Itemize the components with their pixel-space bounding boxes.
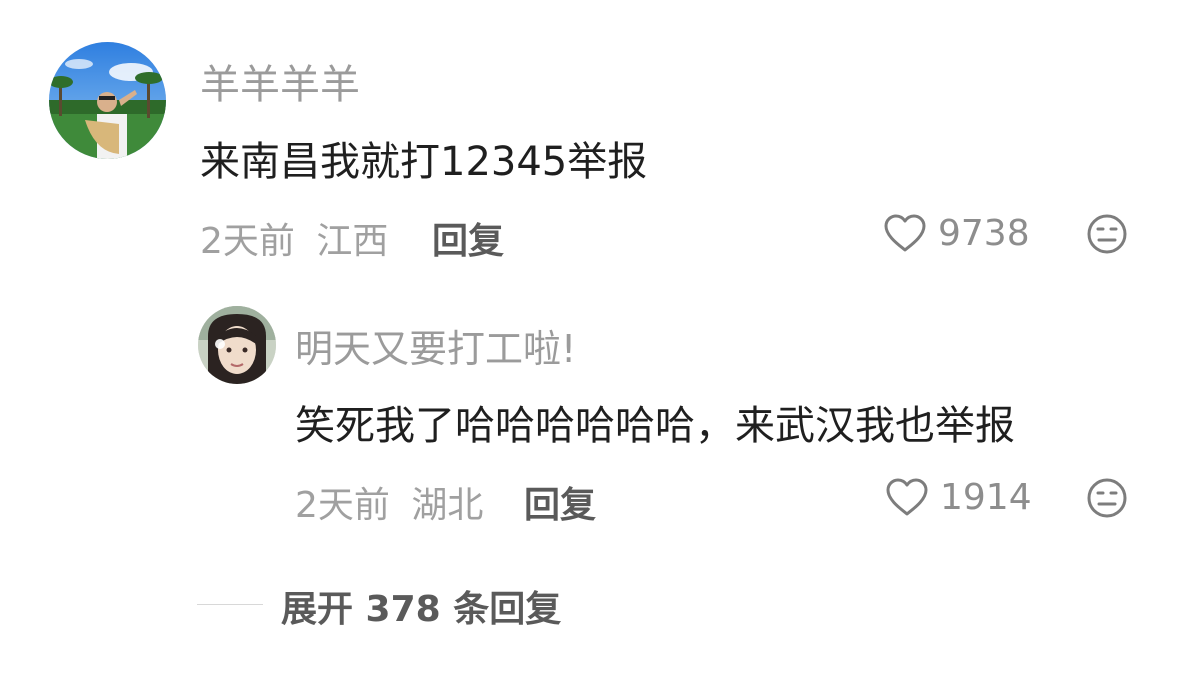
heart-outline-icon bbox=[884, 214, 926, 252]
reply-dislike-button[interactable] bbox=[1086, 477, 1128, 519]
comment-time-location: 2天前 江西 bbox=[200, 212, 388, 264]
reply-time-location: 2天前 湖北 bbox=[295, 476, 483, 528]
avatar-image bbox=[49, 42, 166, 159]
reply-reply-button[interactable]: 回复 bbox=[524, 476, 596, 528]
meh-face-icon bbox=[1087, 478, 1127, 518]
expand-divider bbox=[197, 604, 263, 605]
expand-replies-button[interactable]: 展开 378 条回复 bbox=[281, 580, 561, 632]
reply-like-count: 1914 bbox=[940, 476, 1032, 518]
reply-avatar[interactable] bbox=[198, 306, 276, 384]
comment-location: 江西 bbox=[316, 221, 389, 262]
dislike-button[interactable] bbox=[1086, 213, 1128, 255]
heart-outline-icon bbox=[886, 478, 928, 516]
reply-avatar-image bbox=[198, 306, 276, 384]
comment-time: 2天前 bbox=[200, 221, 295, 262]
avatar[interactable] bbox=[49, 42, 166, 159]
like-count: 9738 bbox=[938, 212, 1030, 254]
comment-text: 来南昌我就打12345举报 bbox=[200, 139, 648, 185]
meh-face-icon bbox=[1087, 214, 1127, 254]
reply-text: 笑死我了哈哈哈哈哈哈，来武汉我也举报 bbox=[295, 403, 1015, 449]
reply-location: 湖北 bbox=[411, 485, 484, 526]
reply-button[interactable]: 回复 bbox=[432, 212, 504, 264]
reply-like-button[interactable]: 1914 bbox=[884, 476, 1032, 518]
like-button[interactable]: 9738 bbox=[882, 212, 1030, 254]
reply-username[interactable]: 明天又要打工啦! bbox=[295, 318, 576, 373]
comment-username[interactable]: 羊羊羊羊 bbox=[200, 52, 360, 110]
reply-time: 2天前 bbox=[295, 485, 390, 526]
